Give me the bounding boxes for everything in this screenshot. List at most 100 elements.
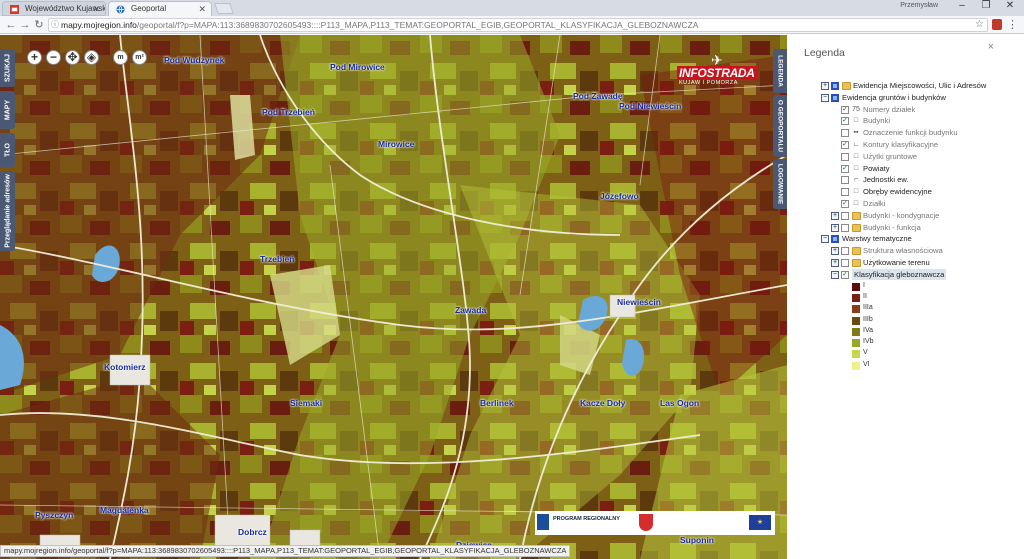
layer-checkbox[interactable] (831, 93, 839, 102)
soil-classification-map (0, 35, 787, 559)
place-label: Suponin (680, 535, 714, 545)
browser-tab-geoportal[interactable]: Geoportal ✕ (108, 1, 212, 16)
tab-tlo[interactable]: TŁO (0, 133, 15, 167)
new-tab-button[interactable] (213, 3, 235, 14)
expand-icon[interactable]: + (831, 223, 839, 232)
pan-icon[interactable]: ✥ (65, 50, 80, 65)
pdf-icon (10, 5, 19, 14)
soil-class-label: V (863, 349, 868, 357)
soil-class-swatch (852, 327, 860, 336)
layer-label: Klasyfikacja gleboznawcza (852, 268, 947, 280)
soil-class-swatch (852, 282, 860, 291)
close-window-button[interactable]: ✕ (998, 0, 1022, 11)
layer-checkbox[interactable] (841, 129, 849, 138)
place-label: Magdalenka (100, 505, 149, 515)
folder-icon (852, 211, 861, 220)
soil-class-swatch (852, 350, 860, 359)
eu-funding-logos: PROGRAM REGIONALNY ★ (535, 511, 775, 535)
layer-checkbox[interactable]: ✓ (841, 164, 849, 173)
layer-checkbox[interactable] (841, 188, 849, 197)
collapse-icon[interactable]: − (831, 270, 839, 279)
soil-class-label: VI (863, 360, 870, 368)
maximize-button[interactable]: ❐ (974, 0, 998, 11)
expand-icon[interactable]: + (821, 82, 829, 90)
info-icon[interactable]: ⓘ (51, 19, 59, 31)
place-label: Józefowo (600, 191, 639, 201)
layer-label: Struktura własnościowa (863, 246, 943, 256)
layer-checkbox[interactable]: ✓ (841, 141, 849, 149)
place-label: Kacze Doły (580, 398, 626, 408)
layer-checkbox[interactable] (841, 247, 849, 256)
extension-icon[interactable] (992, 19, 1002, 30)
place-label: Niewieścin (617, 297, 661, 307)
full-extent-icon[interactable]: ◈ (84, 50, 99, 65)
browser-menu-icon[interactable]: ⋮ (1007, 18, 1018, 31)
close-icon[interactable]: × (988, 41, 994, 53)
soil-class-label: IVb (863, 338, 874, 346)
layer-label: Numery działek (863, 104, 916, 114)
place-label: Las Ogon (660, 398, 700, 408)
layer-checkbox[interactable] (831, 235, 839, 244)
place-label: Pod Wudzynek (164, 55, 225, 65)
tab-label: LOGOWANIE (776, 163, 784, 205)
profile-name[interactable]: Przemysław (900, 2, 938, 9)
layer-checkbox[interactable] (831, 82, 839, 90)
tab-o-geoportalu[interactable]: O GEOPORTALU (773, 95, 787, 157)
layer-checkbox[interactable] (841, 223, 849, 232)
zoom-in-button[interactable]: + (27, 50, 42, 65)
soil-class-label: I (863, 281, 865, 289)
layer-checkbox[interactable]: ✓ (841, 200, 849, 208)
close-tab-icon[interactable]: ✕ (92, 2, 100, 15)
layer-symbol-icon: 75 (852, 105, 860, 113)
place-label: Pyszczyn (35, 510, 74, 520)
expand-icon[interactable]: + (831, 211, 839, 220)
layer-checkbox[interactable]: ✓ (841, 105, 849, 114)
zoom-out-button[interactable]: − (46, 50, 61, 65)
bookmark-star-icon[interactable]: ☆ (975, 19, 984, 31)
map-viewport[interactable]: Pod Wudzynek Pod Mirowice Pod Trzebień M… (0, 35, 787, 559)
layer-checkbox[interactable]: ✓ (841, 117, 849, 126)
measure-area-button[interactable]: m² (132, 50, 147, 65)
expand-icon[interactable]: + (831, 259, 839, 267)
tab-label: SZUKAJ (4, 53, 11, 83)
tab-przegladanie-adresow[interactable]: Przeglądanie adresów (0, 171, 15, 251)
place-label: Mirowice (378, 139, 415, 149)
tab-logowanie[interactable]: LOGOWANIE (773, 159, 787, 209)
layer-checkbox[interactable] (841, 152, 849, 161)
layer-checkbox[interactable] (841, 211, 849, 220)
layer-label: Działki (863, 199, 886, 208)
browser-tab-wojewodztwo[interactable]: Województwo Kujawsko ✕ (2, 1, 106, 16)
place-label: Pod Trzebień (262, 107, 315, 117)
browser-toolbar: ← → ↻ ⓘ mapy.mojregion.info/geoportal/f?… (0, 16, 1024, 34)
layer-label: Obręby ewidencyjne (863, 187, 932, 197)
folder-icon (852, 259, 861, 267)
collapse-icon[interactable]: − (821, 93, 829, 102)
tab-legenda[interactable]: LEGENDA (773, 49, 787, 93)
program-regionalny-label: PROGRAM REGIONALNY (553, 516, 620, 522)
measure-length-button[interactable]: m (113, 50, 128, 65)
back-arrow-icon[interactable]: ← (4, 18, 18, 32)
soil-class-swatch (852, 293, 860, 302)
forward-arrow-icon[interactable]: → (18, 18, 32, 32)
layer-checkbox[interactable] (841, 176, 849, 185)
layer-label: Powiaty (863, 163, 890, 173)
expand-icon[interactable]: + (831, 247, 839, 256)
globe-icon (116, 5, 125, 14)
close-tab-icon[interactable]: ✕ (198, 2, 206, 16)
tab-label: MAPY (4, 99, 11, 121)
layer-checkbox[interactable] (841, 259, 849, 267)
layer-checkbox[interactable]: ✓ (841, 270, 849, 279)
tab-mapy[interactable]: MAPY (0, 91, 15, 129)
tab-szukaj[interactable]: SZUKAJ (0, 49, 15, 87)
address-bar[interactable]: ⓘ mapy.mojregion.info/geoportal/f?p=MAPA… (48, 18, 988, 32)
minimize-button[interactable]: – (950, 0, 974, 11)
layer-symbol-icon: ∟ (852, 141, 860, 148)
tab-label: LEGENDA (776, 55, 784, 87)
layer-label: Budynki - kondygnacje (863, 210, 940, 220)
layer-label: Użytkowanie terenu (863, 258, 930, 267)
soil-class-label: IIIa (863, 304, 873, 312)
collapse-icon[interactable]: − (821, 235, 829, 244)
layer-label: Użytki gruntowe (863, 151, 918, 161)
reload-icon[interactable]: ↻ (32, 18, 46, 32)
soil-class-label: II (863, 292, 867, 300)
